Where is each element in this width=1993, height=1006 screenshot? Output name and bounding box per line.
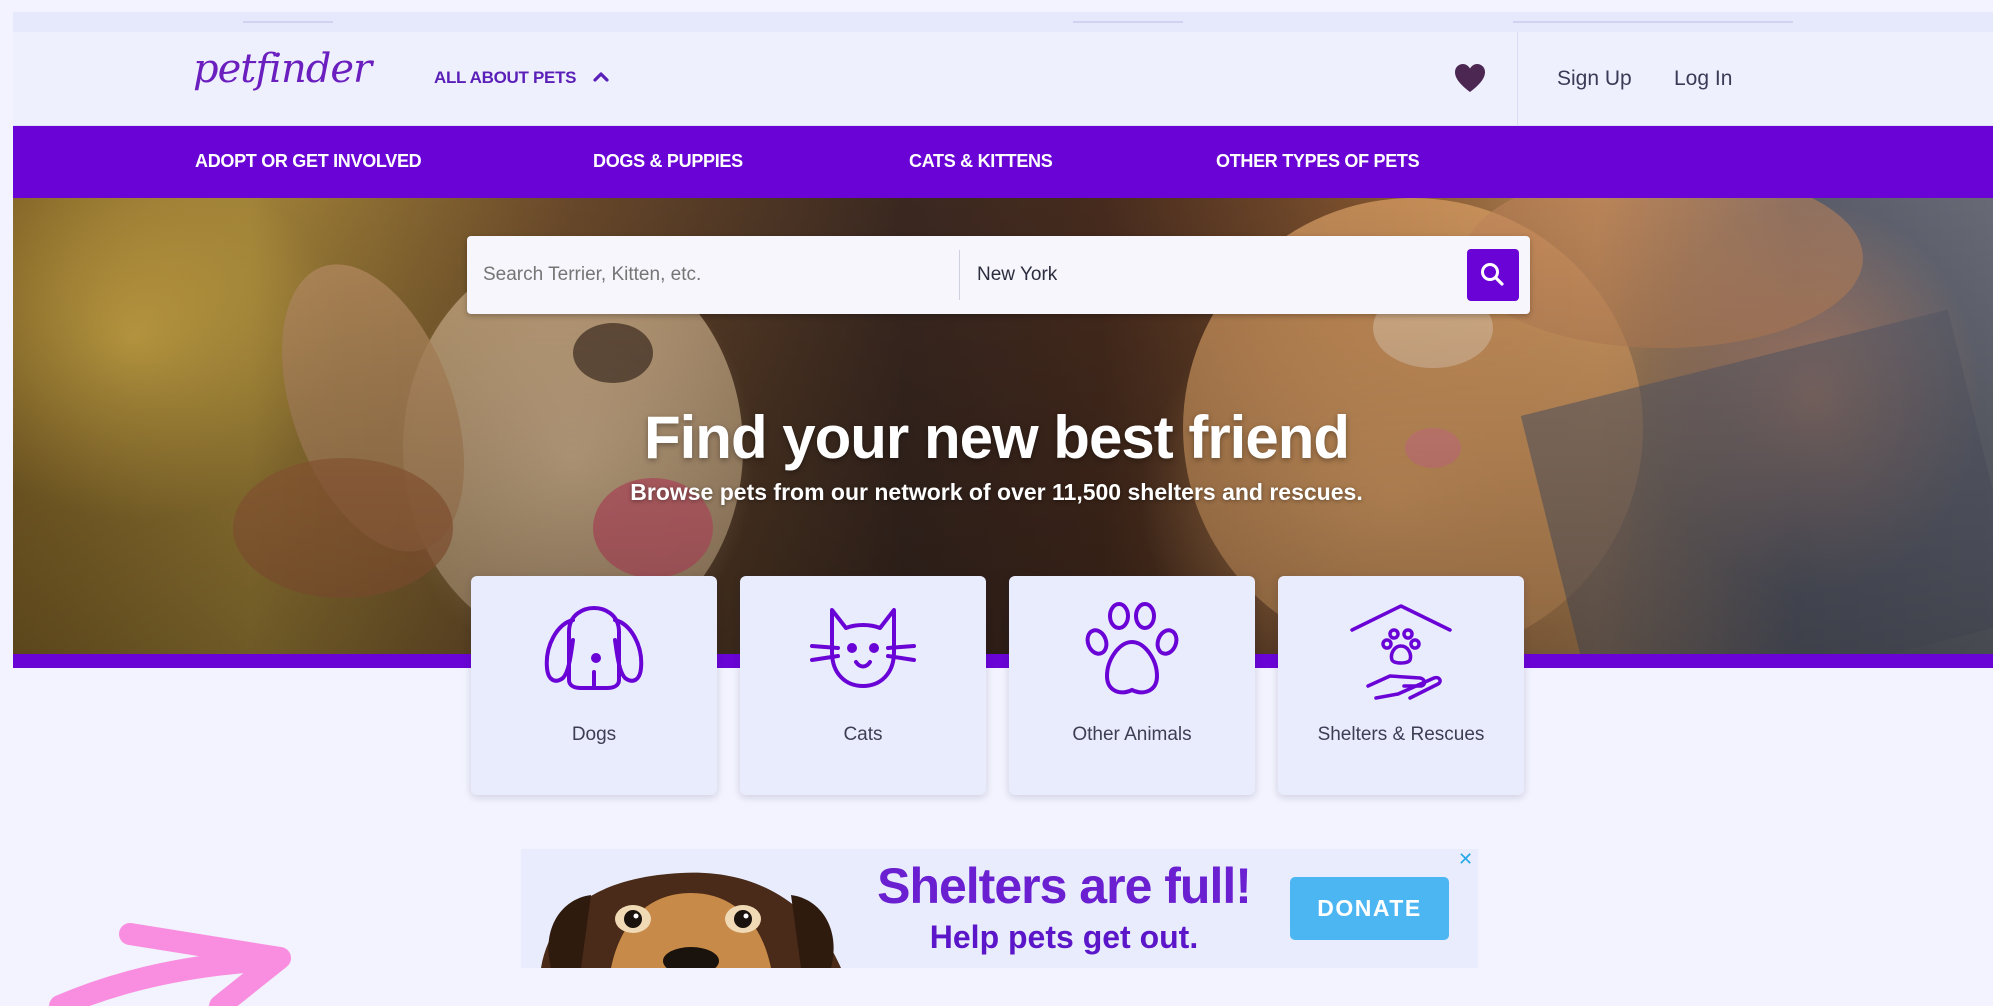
pet-search-bar — [467, 236, 1530, 314]
category-card-dogs[interactable]: Dogs — [471, 576, 717, 795]
page: petfinder ALL ABOUT PETS Sign Up Log In … — [0, 0, 1993, 1006]
annotation-arrow — [49, 923, 291, 1006]
top-strip-mark — [1513, 21, 1793, 23]
category-label: Dogs — [571, 724, 617, 745]
location-input[interactable] — [977, 264, 1417, 286]
nav-other-types-of-pets[interactable]: OTHER TYPES OF PETS — [1216, 151, 1420, 172]
category-label: Shelters & Rescues — [1317, 724, 1485, 745]
category-label: Cats — [843, 724, 883, 745]
heart-icon[interactable] — [1452, 60, 1488, 96]
top-strip — [13, 12, 1993, 32]
hero-bottom-stripe — [13, 654, 1993, 668]
pet-search-input[interactable] — [483, 264, 923, 286]
search-divider — [959, 250, 960, 300]
category-card-cats[interactable]: Cats — [740, 576, 986, 795]
paw-icon — [1009, 602, 1255, 702]
petfinder-logo[interactable]: petfinder — [193, 46, 372, 92]
nav-dogs-puppies[interactable]: DOGS & PUPPIES — [593, 151, 743, 172]
nav-adopt-or-get-involved[interactable]: ADOPT OR GET INVOLVED — [195, 151, 422, 172]
top-strip-mark — [1073, 21, 1183, 23]
ad-subheadline: Help pets get out. — [929, 919, 1199, 955]
cat-icon — [740, 602, 986, 692]
shelter-icon — [1278, 602, 1524, 702]
category-card-other-animals[interactable]: Other Animals — [1009, 576, 1255, 795]
ad-dog-image — [541, 872, 841, 968]
log-in-link[interactable]: Log In — [1674, 67, 1732, 91]
donation-ad-banner[interactable]: Shelters are full! Help pets get out. DO… — [521, 849, 1478, 968]
search-icon — [1481, 263, 1504, 286]
nav-cats-kittens[interactable]: CATS & KITTENS — [909, 151, 1053, 172]
hero-title: Find your new best friend — [643, 404, 1350, 471]
dog-icon — [471, 602, 717, 692]
ad-headline: Shelters are full! — [877, 858, 1252, 914]
hero-subtitle: Browse pets from our network of over 11,… — [630, 479, 1363, 505]
search-button[interactable] — [1467, 249, 1519, 301]
header-divider — [1517, 32, 1518, 126]
chevron-up-icon — [593, 67, 609, 87]
sign-up-link[interactable]: Sign Up — [1557, 67, 1632, 91]
close-icon[interactable]: ✕ — [1458, 849, 1473, 870]
category-card-shelters-rescues[interactable]: Shelters & Rescues — [1278, 576, 1524, 795]
all-about-pets-menu[interactable]: ALL ABOUT PETS — [434, 68, 609, 88]
main-nav: ADOPT OR GET INVOLVED DOGS & PUPPIES CAT… — [13, 126, 1993, 198]
donate-button[interactable]: DONATE — [1290, 877, 1449, 940]
site-header: petfinder ALL ABOUT PETS Sign Up Log In — [13, 32, 1993, 126]
category-label: Other Animals — [1072, 724, 1192, 745]
top-strip-mark — [243, 21, 333, 23]
all-about-pets-label: ALL ABOUT PETS — [434, 68, 577, 87]
